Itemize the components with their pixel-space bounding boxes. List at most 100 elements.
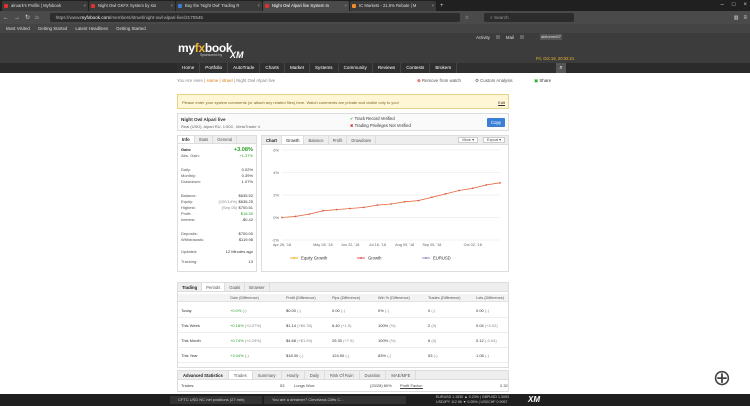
forward-icon[interactable]: → bbox=[14, 15, 20, 21]
tab-daily[interactable]: Daily bbox=[305, 371, 326, 379]
tab-risk-of-ruin[interactable]: Risk Of Ruin bbox=[325, 371, 360, 379]
info-value: $636.25 bbox=[238, 199, 253, 204]
chart-tab-balance[interactable]: Balance bbox=[304, 136, 329, 144]
tab-general[interactable]: General bbox=[213, 136, 238, 143]
url-bar[interactable]: https://www.myfxbook.com/members/struel/… bbox=[49, 13, 460, 22]
longs-label: Longs Won: bbox=[294, 383, 316, 388]
custom-analysis-button[interactable]: ⚙ Custom Analysis bbox=[475, 78, 513, 84]
period-label: This Year bbox=[181, 353, 198, 358]
tab-periods[interactable]: Periods bbox=[202, 283, 226, 291]
browser-search-input[interactable]: ⌕ Search bbox=[484, 13, 575, 22]
chart-tab-drawdown[interactable]: Drawdown bbox=[347, 136, 377, 144]
info-row: Tracking: 13 bbox=[181, 259, 255, 265]
close-window-icon[interactable]: × bbox=[743, 0, 747, 11]
browser-tab[interactable]: alruark's Profile | Myfxbook × bbox=[2, 1, 88, 11]
activity-link[interactable]: Activity bbox=[476, 35, 490, 40]
browser-tab[interactable]: IC Markets - 21.5% Rebate | M × bbox=[350, 1, 436, 11]
browser-tab-active[interactable]: Night Owl Alpari live System In × bbox=[263, 1, 349, 11]
info-value: $635.52 bbox=[238, 193, 253, 198]
growth-chart[interactable]: 6% 4% 2% 0% -2%Apr 26, '18 May 28, '18 Jun 22,… bbox=[262, 145, 508, 271]
info-value: 12 Minutes ago bbox=[225, 249, 253, 254]
menu-item-reviews[interactable]: Reviews bbox=[373, 63, 402, 73]
menu-item-contests[interactable]: Contests bbox=[401, 63, 431, 73]
sponsor-logo[interactable]: XM bbox=[230, 50, 244, 60]
library-icon[interactable]: ▥ bbox=[734, 15, 739, 21]
system-name: Night Owl Alpari live bbox=[181, 117, 226, 122]
period-label: This Month bbox=[181, 338, 201, 343]
tab-summary[interactable]: Summary bbox=[253, 371, 282, 379]
menu-item-charts[interactable]: Charts bbox=[260, 63, 285, 73]
bookmarks-bar: Most Visited Getting Started Latest Head… bbox=[0, 24, 750, 33]
y-tick-label: 2% bbox=[273, 193, 279, 198]
table-cell: +0.74% (+0.29%) bbox=[230, 338, 262, 343]
minimize-icon[interactable]: – bbox=[721, 0, 724, 11]
menu-item-portfolio[interactable]: Portfolio bbox=[200, 63, 229, 73]
menu-item-home[interactable]: Home bbox=[177, 63, 201, 73]
info-row: Abs. Gain: +1.37% bbox=[181, 153, 255, 159]
tab-trades[interactable]: Trades bbox=[228, 371, 253, 379]
bookmark-item[interactable]: Most Visited bbox=[6, 26, 30, 31]
breadcrumb-user[interactable]: struel bbox=[222, 78, 233, 83]
bookmark-item[interactable]: Latest Headlines bbox=[75, 26, 108, 31]
activity-count-icon bbox=[495, 35, 500, 39]
x-tick-label: Jul 16, '18 bbox=[369, 243, 386, 247]
price-ticker: EURUSD 1.1530 ▲ 0.23% | GBPUSD 1.3093 US… bbox=[436, 395, 510, 404]
close-tab-icon[interactable]: × bbox=[432, 1, 434, 11]
col-win: Win % (Difference) bbox=[378, 296, 410, 300]
menu-item-brokers[interactable]: Brokers bbox=[430, 63, 458, 73]
close-tab-icon[interactable]: × bbox=[258, 1, 260, 11]
site-search-icon[interactable]: ⌕ bbox=[556, 63, 566, 73]
close-tab-icon[interactable]: × bbox=[345, 1, 347, 11]
bookmark-item[interactable]: Getting Started bbox=[116, 26, 146, 31]
tab-stats[interactable]: Stats bbox=[195, 136, 214, 143]
legend-marker bbox=[360, 257, 362, 259]
copy-button[interactable]: Copy bbox=[487, 118, 505, 127]
info-panel: Info Stats General Gain: +3.08% Abs. Gain:… bbox=[177, 135, 257, 272]
menu-item-systems[interactable]: Systems bbox=[310, 63, 339, 73]
close-tab-icon[interactable]: × bbox=[171, 1, 173, 11]
browser-tab[interactable]: Buy the 'Night Owl' Trading R × bbox=[176, 1, 262, 11]
tab-hourly[interactable]: Hourly bbox=[282, 371, 305, 379]
tab-goals[interactable]: Goals bbox=[225, 283, 246, 291]
menu-item-market[interactable]: Market bbox=[285, 63, 310, 73]
browser-tab[interactable]: Night Owl GKFX System by sto × bbox=[89, 1, 175, 11]
info-tabs: Info Stats General bbox=[178, 136, 256, 144]
share-button[interactable]: ▣ Share bbox=[534, 78, 551, 84]
menu-item-community[interactable]: Community bbox=[339, 63, 373, 73]
legend-marker bbox=[425, 257, 427, 259]
profit-factor-label[interactable]: Profit Factor: bbox=[400, 383, 423, 388]
new-tab-icon[interactable]: + bbox=[440, 1, 444, 11]
chart-more-dropdown[interactable]: More ▾ bbox=[458, 137, 478, 143]
edit-comments-link[interactable]: Edit bbox=[498, 100, 505, 105]
home-icon[interactable]: ⌂ bbox=[35, 15, 39, 21]
menu-item-autotrade[interactable]: AutoTrade bbox=[228, 63, 261, 73]
comments-notice: Please enter your system comments (or at… bbox=[177, 94, 509, 109]
mail-link[interactable]: Mail bbox=[506, 35, 514, 40]
tab-duration[interactable]: Duration bbox=[360, 371, 387, 379]
maximize-icon[interactable]: □ bbox=[732, 0, 736, 11]
close-tab-icon[interactable]: × bbox=[84, 1, 86, 11]
tab-mae-mfe[interactable]: MAE/MFE bbox=[386, 371, 417, 379]
data-point bbox=[485, 183, 488, 186]
bookmark-star-icon[interactable]: ☆ bbox=[465, 15, 469, 21]
tab-browser[interactable]: Browser bbox=[245, 283, 270, 291]
tab-info[interactable]: Info bbox=[178, 136, 195, 143]
info-label: Gain: bbox=[181, 147, 192, 152]
menu-icon[interactable]: ≡ bbox=[743, 15, 747, 21]
back-icon[interactable]: ← bbox=[3, 15, 9, 21]
reload-icon[interactable]: ↻ bbox=[25, 14, 30, 21]
data-point bbox=[471, 187, 474, 190]
remove-watch-button[interactable]: ⊗ Remove from watch bbox=[417, 78, 461, 84]
news-item[interactable]: You are a dreamer? Cleveland-Cliffs C... bbox=[264, 396, 406, 404]
chart-export-dropdown[interactable]: Export ▾ bbox=[483, 137, 505, 143]
bookmark-item[interactable]: Getting Started bbox=[38, 26, 68, 31]
advanced-tabs: Advanced Statistics Trades Summary Hourl… bbox=[178, 371, 508, 380]
table-cell: 53 (-) bbox=[428, 353, 438, 358]
username-label[interactable]: akitomer87 bbox=[540, 34, 562, 40]
news-item[interactable]: CFTC USD NC net positions (27 min) bbox=[170, 396, 262, 404]
breadcrumb-home[interactable]: Home bbox=[207, 78, 219, 83]
sponsor-logo[interactable]: XM bbox=[528, 395, 540, 404]
chart-tab-profit[interactable]: Profit bbox=[329, 136, 348, 144]
zoom-in-icon[interactable]: ⊕ bbox=[708, 364, 736, 392]
chart-tab-growth[interactable]: Growth bbox=[281, 136, 305, 144]
